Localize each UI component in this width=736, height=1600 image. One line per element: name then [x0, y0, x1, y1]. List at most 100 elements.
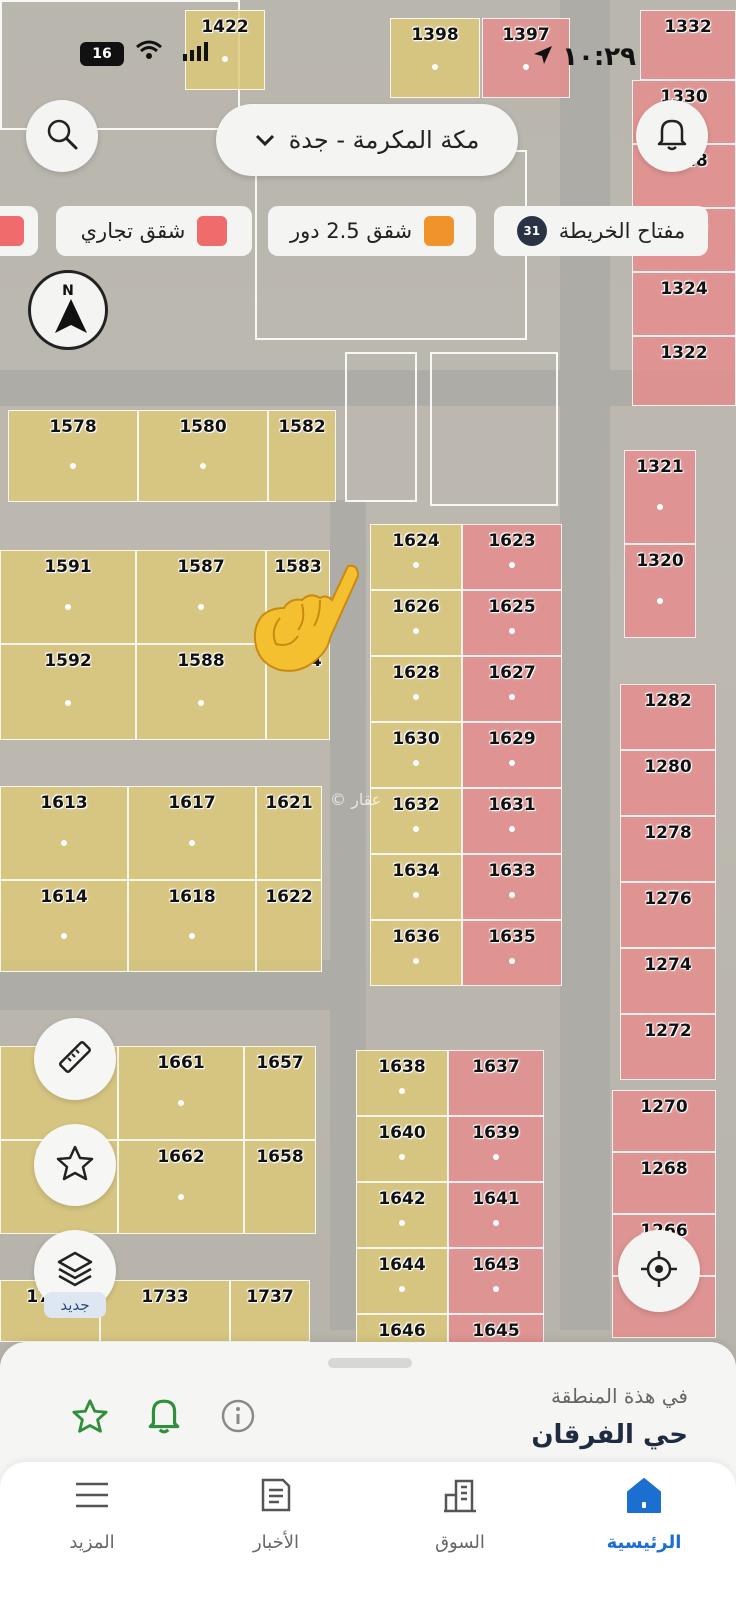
- plot[interactable]: 1588: [136, 644, 266, 740]
- plot-number: 1624: [392, 531, 440, 551]
- plot-number: 1322: [660, 343, 708, 363]
- plot[interactable]: 1580: [138, 410, 268, 502]
- plot[interactable]: 1274: [620, 948, 716, 1014]
- plot[interactable]: 1617: [128, 786, 256, 880]
- notifications-button[interactable]: [636, 100, 708, 172]
- plot[interactable]: 1634: [370, 854, 462, 920]
- plot[interactable]: 1622: [256, 880, 322, 972]
- plot[interactable]: 1321: [624, 450, 696, 544]
- plot[interactable]: 1661: [118, 1046, 244, 1140]
- plot[interactable]: 1627: [462, 656, 562, 722]
- plot[interactable]: 1592: [0, 644, 136, 740]
- plot[interactable]: 1582: [268, 410, 336, 502]
- plot[interactable]: 1632: [370, 788, 462, 854]
- plot[interactable]: 1642: [356, 1182, 448, 1248]
- compass-button[interactable]: N: [28, 270, 108, 350]
- plot[interactable]: 1646: [356, 1314, 448, 1344]
- city-selector[interactable]: مكة المكرمة - جدة: [216, 104, 518, 176]
- plot[interactable]: 1644: [356, 1248, 448, 1314]
- battery-icon: 16: [80, 42, 124, 66]
- plot[interactable]: 1645: [448, 1314, 544, 1344]
- plot-number: 1631: [488, 795, 536, 815]
- tab-market[interactable]: السوق: [390, 1470, 530, 1553]
- plot[interactable]: 1578: [8, 410, 138, 502]
- area-info-button[interactable]: [216, 1396, 260, 1440]
- legend-chip-apartments-2-5[interactable]: شقق 2.5 دور: [268, 206, 476, 256]
- plot-marker: [399, 1286, 405, 1293]
- area-alert-button[interactable]: [142, 1396, 186, 1440]
- plot[interactable]: 1614: [0, 880, 128, 972]
- plot-number: 1637: [472, 1057, 520, 1077]
- pointing-hand-icon: [250, 560, 370, 694]
- plot[interactable]: 1637: [448, 1050, 544, 1116]
- plot[interactable]: 1629: [462, 722, 562, 788]
- map-key-chip[interactable]: مفتاح الخريطة 31: [494, 206, 708, 256]
- plot[interactable]: 1733: [100, 1280, 230, 1342]
- plot[interactable]: 1320: [624, 544, 696, 638]
- tab-news[interactable]: الأخبار: [206, 1470, 346, 1553]
- plot-number: 1657: [256, 1053, 304, 1073]
- search-button[interactable]: [26, 100, 98, 172]
- plot[interactable]: 1640: [356, 1116, 448, 1182]
- plot-marker: [198, 699, 204, 706]
- plot[interactable]: 1638: [356, 1050, 448, 1116]
- plot[interactable]: 1324: [632, 272, 736, 336]
- tab-more[interactable]: المزيد: [22, 1470, 162, 1553]
- plot[interactable]: 1737: [230, 1280, 310, 1342]
- plot[interactable]: 1282: [620, 684, 716, 750]
- plot[interactable]: 1628: [370, 656, 462, 722]
- plot-marker: [189, 840, 195, 847]
- plot[interactable]: 1621: [256, 786, 322, 880]
- plot-marker: [178, 1194, 184, 1201]
- plot-number: 1638: [378, 1057, 426, 1077]
- plot[interactable]: 1657: [244, 1046, 316, 1140]
- clock: ١٠:٢٩: [562, 42, 636, 72]
- plot[interactable]: 1268: [612, 1152, 716, 1214]
- plot-number: 1634: [392, 861, 440, 881]
- measure-button[interactable]: [34, 1018, 116, 1100]
- plot[interactable]: 1587: [136, 550, 266, 644]
- plot[interactable]: 1624: [370, 524, 462, 590]
- sheet-drag-handle[interactable]: [328, 1358, 412, 1368]
- plot[interactable]: 1272: [620, 1014, 716, 1080]
- plot-marker: [413, 958, 419, 965]
- plot[interactable]: 1658: [244, 1140, 316, 1234]
- plot[interactable]: 1626: [370, 590, 462, 656]
- plot[interactable]: 1618: [128, 880, 256, 972]
- plot[interactable]: 1643: [448, 1248, 544, 1314]
- favorites-button[interactable]: [34, 1124, 116, 1206]
- plot[interactable]: 1625: [462, 590, 562, 656]
- plot-marker: [509, 760, 515, 767]
- plot[interactable]: 1280: [620, 750, 716, 816]
- tab-home[interactable]: الرئيسية: [574, 1470, 714, 1553]
- plot[interactable]: 1591: [0, 550, 136, 644]
- plot[interactable]: 1641: [448, 1182, 544, 1248]
- plot-marker: [399, 1154, 405, 1161]
- my-location-button[interactable]: [618, 1230, 700, 1312]
- plot-number: 1422: [201, 17, 249, 37]
- legend-chip-commercial[interactable]: شقق تجاري: [56, 206, 252, 256]
- plot[interactable]: 1270: [612, 1090, 716, 1152]
- plot[interactable]: 1662: [118, 1140, 244, 1234]
- plot[interactable]: 1613: [0, 786, 128, 880]
- plot-marker: [413, 628, 419, 635]
- plot-number: 1582: [278, 417, 326, 437]
- plot-marker: [413, 760, 419, 767]
- crosshair-icon: [639, 1249, 679, 1293]
- plot[interactable]: 1322: [632, 336, 736, 406]
- plot[interactable]: 1636: [370, 920, 462, 986]
- plot[interactable]: 1639: [448, 1116, 544, 1182]
- plot[interactable]: 1630: [370, 722, 462, 788]
- plot-marker: [200, 463, 206, 470]
- plot[interactable]: 1276: [620, 882, 716, 948]
- plot-number: 1641: [472, 1189, 520, 1209]
- favorite-area-button[interactable]: [68, 1396, 112, 1440]
- plot[interactable]: 1635: [462, 920, 562, 986]
- legend-swatch: [0, 216, 24, 246]
- plot[interactable]: 1631: [462, 788, 562, 854]
- plot[interactable]: 1633: [462, 854, 562, 920]
- legend-chip-more[interactable]: [0, 206, 38, 256]
- chevron-down-icon: [255, 128, 275, 153]
- plot[interactable]: 1623: [462, 524, 562, 590]
- plot[interactable]: 1278: [620, 816, 716, 882]
